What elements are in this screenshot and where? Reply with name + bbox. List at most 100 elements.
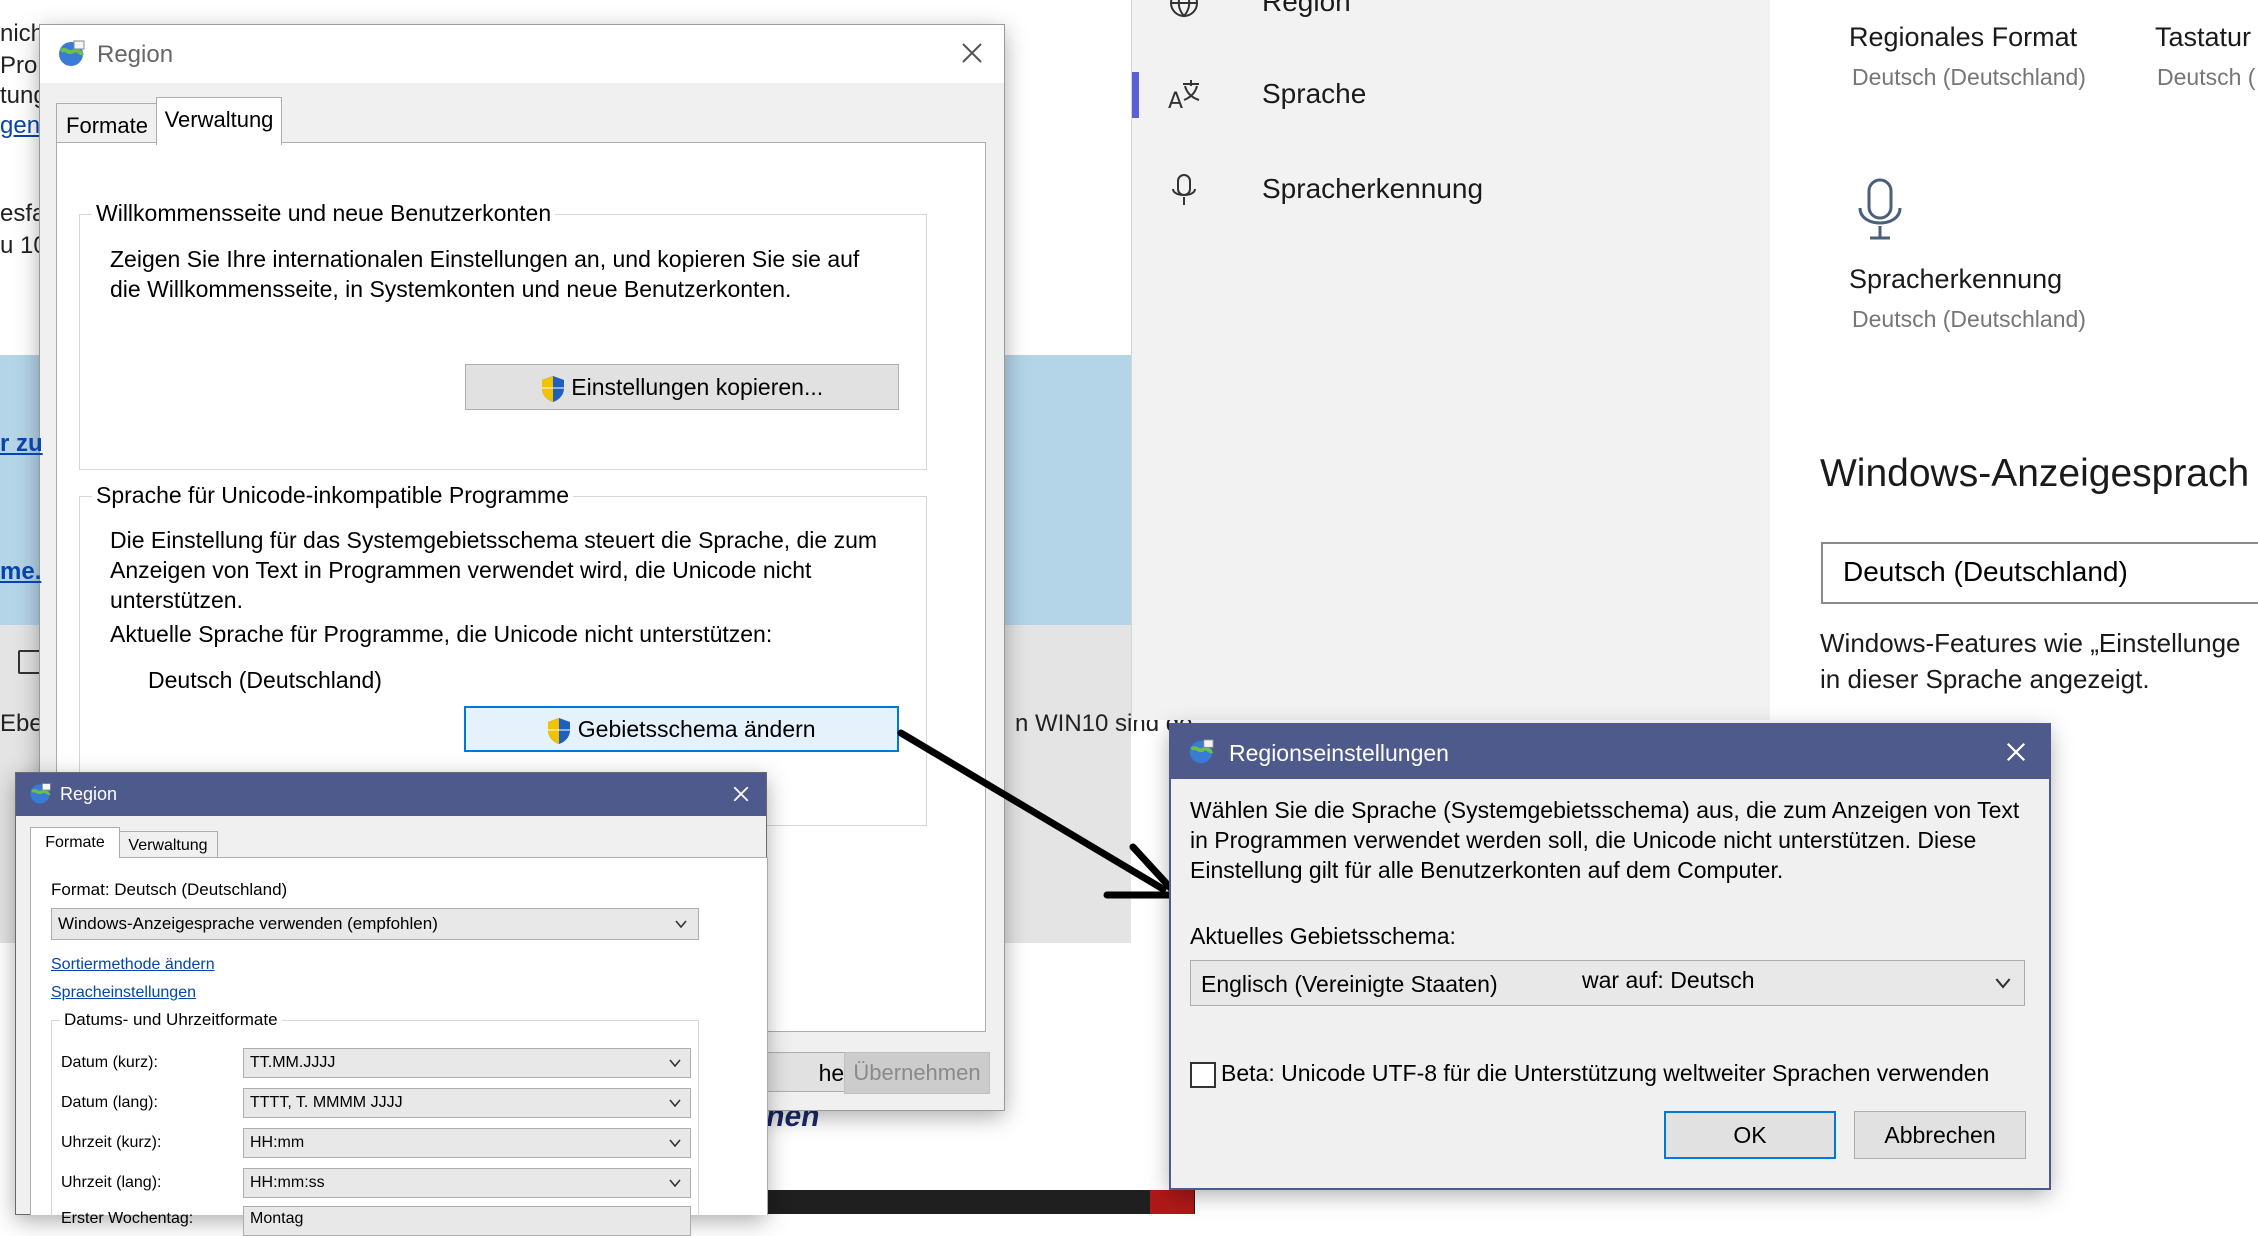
bg-text-fragment: esfa: [0, 200, 46, 227]
button-label: Einstellungen kopieren...: [571, 374, 824, 400]
close-icon[interactable]: [732, 785, 750, 803]
uac-shield-icon: [548, 717, 571, 744]
tab-verwaltung[interactable]: Verwaltung: [156, 97, 282, 145]
settings-nav-pane: Region A Sprache Spracherkennung: [1131, 0, 1771, 720]
title-bar: Regionseinstellungen: [1171, 725, 2049, 779]
settings-main-pane: [1770, 0, 2258, 720]
region-icon: [1170, 0, 1198, 18]
apply-button[interactable]: Übernehmen: [844, 1052, 990, 1094]
date-short-select[interactable]: TT.MM.JJJJ: [243, 1048, 691, 1078]
beta-utf8-label: Beta: Unicode UTF-8 für die Unterstützun…: [1221, 1060, 1990, 1086]
small-region-dialog: Region Formate Verwaltung Format: Deutsc…: [16, 773, 768, 1236]
sort-method-link[interactable]: Sortiermethode ändern: [51, 956, 215, 974]
chevron-down-icon: [669, 1179, 681, 1188]
tile-title[interactable]: Tastatur: [2155, 22, 2251, 53]
select-value: TT.MM.JJJJ: [250, 1054, 336, 1071]
region-settings-dialog: Regionseinstellungen Wählen Sie die Spra…: [1171, 725, 2049, 1188]
format-row-label: Datum (lang):: [61, 1094, 158, 1111]
tab-formate[interactable]: Formate: [56, 103, 158, 144]
display-language-desc: in dieser Sprache angezeigt.: [1820, 664, 2150, 694]
time-long-select[interactable]: HH:mm:ss: [243, 1168, 691, 1198]
copy-settings-button[interactable]: Einstellungen kopieren...: [465, 364, 899, 410]
beta-utf8-checkbox[interactable]: [1190, 1062, 1216, 1088]
locale-select[interactable]: Englisch (Vereinigte Staaten) war auf: D…: [1190, 960, 2025, 1006]
cancel-button[interactable]: Abbrechen: [1854, 1111, 2026, 1159]
close-icon[interactable]: [960, 41, 984, 65]
bg-text-fragment: Pro: [0, 52, 38, 79]
chevron-down-icon: [669, 1059, 681, 1068]
display-language-heading: Windows-Anzeigesprach: [1820, 452, 2250, 495]
select-value: TTTT, T. MMMM JJJJ: [250, 1094, 403, 1111]
chevron-down-icon: [675, 920, 687, 929]
format-row-label: Erster Wochentag:: [61, 1210, 194, 1227]
nav-active-indicator: [1132, 72, 1139, 118]
chevron-down-icon: [669, 1099, 681, 1108]
bg-link-fragment[interactable]: me.: [0, 558, 41, 586]
format-row-label: Uhrzeit (lang):: [61, 1174, 162, 1191]
window-title: Region: [60, 784, 118, 804]
bg-photo-accent: [1150, 1190, 1194, 1214]
bg-link-fragment[interactable]: r zu: [0, 430, 43, 458]
tab-verwaltung[interactable]: Verwaltung: [118, 831, 218, 858]
time-short-select[interactable]: HH:mm: [243, 1128, 691, 1158]
group-title: Willkommensseite und neue Benutzerkonten: [92, 200, 556, 227]
select-value: HH:mm:ss: [250, 1174, 325, 1191]
microphone-icon: [1858, 178, 1902, 240]
globe-icon: [1189, 739, 1214, 764]
tile-subtitle: Deutsch (: [2157, 64, 2256, 90]
nav-label: Sprache: [1262, 78, 1367, 109]
display-language-value: Deutsch (Deutschland): [1843, 556, 2128, 587]
title-bar: Region: [16, 773, 766, 816]
nav-label: Region: [1262, 0, 1351, 17]
group-title: Sprache für Unicode-inkompatible Program…: [92, 482, 573, 509]
language-settings-link[interactable]: Spracheinstellungen: [51, 984, 196, 1002]
format-label: Format: Deutsch (Deutschland): [51, 880, 288, 899]
group-title: Datums- und Uhrzeitformate: [60, 1010, 282, 1030]
format-select[interactable]: Windows-Anzeigesprache verwenden (empfoh…: [51, 908, 699, 940]
dialog-text: Einstellung gilt für alle Benutzerkonten…: [1190, 857, 1784, 883]
chevron-down-icon: [669, 1139, 681, 1148]
tab-panel: Format: Deutsch (Deutschland) Windows-An…: [30, 857, 768, 1236]
format-row-label: Datum (kurz):: [61, 1054, 158, 1071]
dialog-text: in Programmen verwendet werden soll, die…: [1190, 827, 1977, 853]
tile-subtitle: Deutsch (Deutschland): [1852, 306, 2086, 332]
select-value: HH:mm: [250, 1134, 305, 1151]
locale-label: Aktuelles Gebietsschema:: [1190, 923, 1456, 949]
dialog-text: Wählen Sie die Sprache (Systemgebietssch…: [1190, 797, 2020, 823]
welcome-group: Willkommensseite und neue Benutzerkonten…: [79, 200, 927, 470]
annotation-arrow-icon: [897, 729, 1181, 899]
unicode-text: Anzeigen von Text in Programmen verwende…: [110, 557, 812, 583]
svg-text:A: A: [1168, 89, 1183, 112]
annotation-text: war auf: Deutsch: [1582, 967, 1755, 993]
bg-text-fragment: nich: [0, 20, 45, 47]
change-locale-button[interactable]: Gebietsschema ändern: [464, 706, 899, 752]
display-language-desc: Windows-Features wie „Einstellunge: [1820, 628, 2241, 658]
window-title: Region: [97, 41, 174, 68]
bg-photo-strip: [765, 1190, 1195, 1214]
nav-label: Spracherkennung: [1262, 173, 1484, 204]
current-language-value: Deutsch (Deutschland): [148, 667, 382, 693]
button-label: Gebietsschema ändern: [577, 716, 816, 742]
select-value: Montag: [250, 1210, 304, 1227]
globe-icon: [30, 783, 51, 804]
display-language-select[interactable]: Deutsch (Deutschland): [1821, 542, 2258, 604]
date-long-select[interactable]: TTTT, T. MMMM JJJJ: [243, 1088, 691, 1118]
current-language-label: Aktuelle Sprache für Programme, die Unic…: [110, 621, 773, 647]
microphone-icon: [1172, 174, 1196, 205]
tab-formate[interactable]: Formate: [30, 827, 120, 858]
bg-link-fragment[interactable]: gen: [0, 112, 40, 140]
tile-subtitle: Deutsch (Deutschland): [1852, 64, 2086, 90]
window-title: Regionseinstellungen: [1229, 740, 1449, 766]
tile-title[interactable]: Regionales Format: [1849, 22, 2077, 53]
tile-title[interactable]: Spracherkennung: [1849, 264, 2062, 295]
unicode-text: unterstützen.: [110, 587, 243, 613]
select-value: Windows-Anzeigesprache verwenden (empfoh…: [58, 914, 438, 933]
first-weekday-select[interactable]: Montag: [243, 1206, 691, 1236]
ok-button[interactable]: OK: [1664, 1111, 1836, 1159]
close-icon[interactable]: [2005, 741, 2027, 763]
title-bar: Region: [40, 25, 1004, 83]
welcome-text: Zeigen Sie Ihre internationalen Einstell…: [110, 246, 860, 272]
chevron-down-icon: [1995, 978, 2011, 989]
unicode-text: Die Einstellung für das Systemgebietssch…: [110, 527, 878, 553]
uac-shield-icon: [541, 375, 564, 402]
